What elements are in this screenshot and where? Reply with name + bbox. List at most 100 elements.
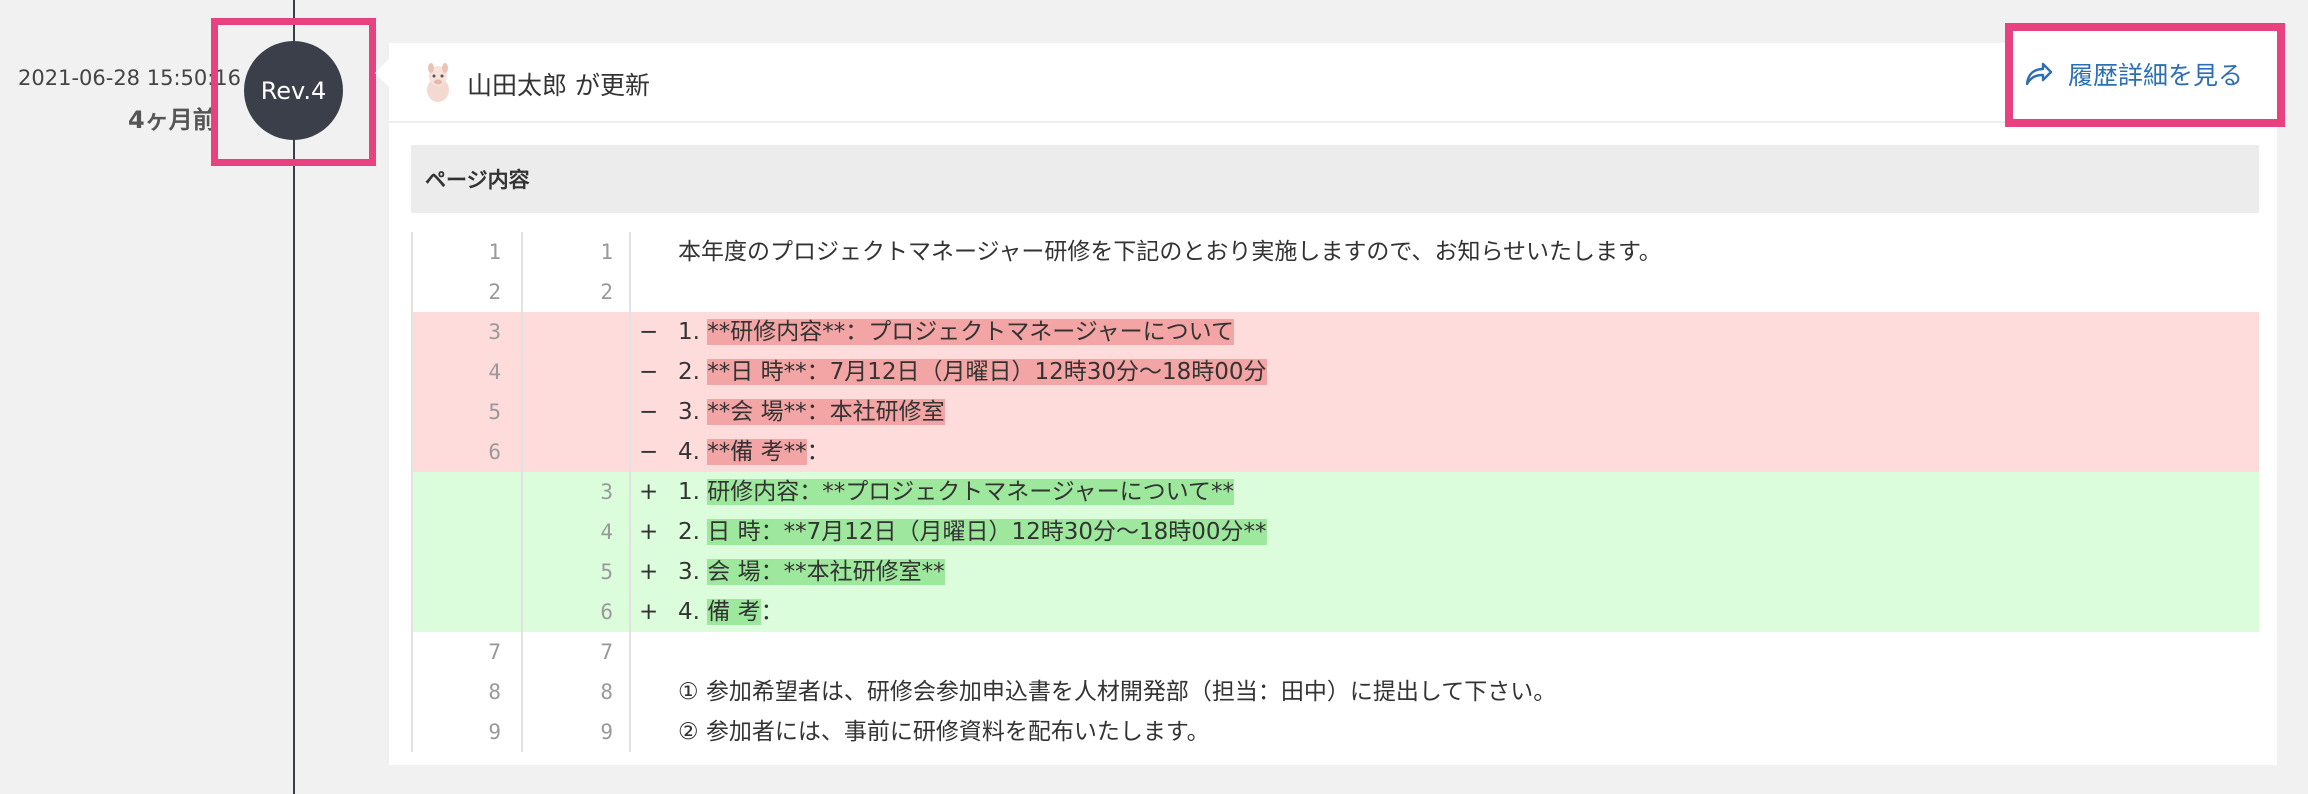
- line-prefix: 2.: [678, 359, 708, 385]
- alpaca-avatar-icon: [427, 63, 449, 102]
- diff-view: 1 1 本年度のプロジェクトマネージャー研修を下記のとおり実施しますので、お知らせい…: [411, 232, 2259, 752]
- gutter-divider: [629, 352, 631, 392]
- revision-relative-time: 4ヶ月前: [128, 106, 217, 134]
- diff-sign: +: [639, 559, 659, 585]
- diff-row-deleted: 5 −3. **会 場**：本社研修室: [411, 392, 2259, 432]
- diff-row-added: 6 +4. 備 考：: [411, 592, 2259, 632]
- new-line-number: 8: [521, 672, 613, 712]
- line-prefix: 3.: [678, 399, 708, 425]
- section-title: ページ内容: [411, 145, 2259, 213]
- diff-line-text: ② 参加者には、事前に研修資料を配布いたします。: [678, 712, 1210, 752]
- diff-row-added: 3 +1. 研修内容：**プロジェクトマネージャーについて**: [411, 472, 2259, 512]
- diff-row-deleted: 6 −4. **備 考**：: [411, 432, 2259, 472]
- changed-segment: 日 時：**7月12日（月曜日）12時30分〜18時00分**: [707, 519, 1267, 545]
- gutter-divider: [629, 312, 631, 352]
- card-pointer: [375, 58, 390, 88]
- changed-segment: **会 場**：本社研修室: [707, 399, 945, 425]
- diff-line-text: 1. 研修内容：**プロジェクトマネージャーについて**: [678, 472, 1234, 512]
- line-prefix: 本年度のプロジェクトマネージャー研修を下記のとおり実施しますので、お知らせいたし…: [678, 239, 1662, 265]
- old-line-number: [411, 592, 501, 632]
- old-line-number: [411, 472, 501, 512]
- changed-segment: 会 場：**本社研修室**: [707, 559, 945, 585]
- diff-row-context: 77: [411, 632, 2259, 672]
- new-line-number: 3: [521, 472, 613, 512]
- old-line-number: 5: [411, 392, 501, 432]
- updater-label: 山田太郎 が更新: [467, 71, 650, 100]
- new-line-number: [521, 432, 613, 472]
- new-line-number: 7: [521, 632, 613, 672]
- diff-row-context: 22: [411, 272, 2259, 312]
- line-prefix: ② 参加者には、事前に研修資料を配布いたします。: [678, 719, 1210, 745]
- gutter-divider: [629, 432, 631, 472]
- diff-line-text: 1. **研修内容**：プロジェクトマネージャーについて: [678, 312, 1234, 352]
- view-history-label: 履歴詳細を見る: [2068, 61, 2244, 90]
- diff-line-text: 本年度のプロジェクトマネージャー研修を下記のとおり実施しますので、お知らせいたし…: [678, 232, 1662, 272]
- diff-row-added: 5 +3. 会 場：**本社研修室**: [411, 552, 2259, 592]
- diff-sign: +: [639, 519, 659, 545]
- diff-sign: −: [639, 439, 659, 465]
- gutter-divider: [629, 592, 631, 632]
- line-prefix: 4.: [678, 439, 708, 465]
- diff-line-text: 3. 会 場：**本社研修室**: [678, 552, 945, 592]
- diff-row-context: 1 1 本年度のプロジェクトマネージャー研修を下記のとおり実施しますので、お知らせい…: [411, 232, 2259, 272]
- line-prefix: 1.: [678, 479, 708, 505]
- share-arrow-icon: [2025, 62, 2053, 86]
- old-line-number: 2: [411, 272, 501, 312]
- gutter-divider: [629, 512, 631, 552]
- diff-line-text: 4. 備 考：: [678, 592, 784, 632]
- old-line-number: 4: [411, 352, 501, 392]
- diff-sign: −: [639, 319, 659, 345]
- diff-line-text: 2. 日 時：**7月12日（月曜日）12時30分〜18時00分**: [678, 512, 1267, 552]
- diff-sign: +: [639, 599, 659, 625]
- view-history-details-button[interactable]: 履歴詳細を見る: [2024, 48, 2243, 100]
- new-line-number: 2: [521, 272, 613, 312]
- gutter-divider: [629, 232, 631, 272]
- diff-line-text: 3. **会 場**：本社研修室: [678, 392, 945, 432]
- changed-segment: 研修内容：**プロジェクトマネージャーについて**: [707, 479, 1234, 505]
- diff-line-text: 4. **備 考**：: [678, 432, 830, 472]
- gutter-divider: [629, 672, 631, 712]
- diff-sign: −: [639, 399, 659, 425]
- diff-row-deleted: 3 −1. **研修内容**：プロジェクトマネージャーについて: [411, 312, 2259, 352]
- new-line-number: 1: [521, 232, 613, 272]
- changed-segment: 備 考: [707, 599, 761, 625]
- old-line-number: [411, 552, 501, 592]
- gutter-divider: [629, 632, 631, 672]
- old-line-number: 7: [411, 632, 501, 672]
- old-line-number: 3: [411, 312, 501, 352]
- changed-segment: **備 考**: [707, 439, 807, 465]
- gutter-divider: [629, 472, 631, 512]
- diff-row-deleted: 4 −2. **日 時**：7月12日（月曜日）12時30分〜18時00分: [411, 352, 2259, 392]
- new-line-number: [521, 392, 613, 432]
- old-line-number: 6: [411, 432, 501, 472]
- new-line-number: 4: [521, 512, 613, 552]
- line-prefix: ① 参加希望者は、研修会参加申込書を人材開発部（担当：田中）に提出して下さい。: [678, 679, 1557, 705]
- changed-segment: **日 時**：7月12日（月曜日）12時30分〜18時00分: [707, 359, 1267, 385]
- revision-timestamp: 2021-06-28 15:50:16: [18, 66, 242, 90]
- gutter-divider: [629, 712, 631, 752]
- gutter-divider: [629, 392, 631, 432]
- new-line-number: [521, 352, 613, 392]
- gutter-divider: [629, 552, 631, 592]
- gutter-divider: [629, 272, 631, 312]
- card-header: 山田太郎 が更新: [389, 43, 2277, 123]
- line-prefix: 1.: [678, 319, 708, 345]
- line-suffix: ：: [760, 599, 784, 625]
- diff-line-text: 2. **日 時**：7月12日（月曜日）12時30分〜18時00分: [678, 352, 1267, 392]
- old-line-number: 9: [411, 712, 501, 752]
- new-line-number: 9: [521, 712, 613, 752]
- old-line-number: 8: [411, 672, 501, 712]
- old-line-number: 1: [411, 232, 501, 272]
- new-line-number: 6: [521, 592, 613, 632]
- diff-sign: +: [639, 479, 659, 505]
- diff-row-context: 88 ① 参加希望者は、研修会参加申込書を人材開発部（担当：田中）に提出して下さい…: [411, 672, 2259, 712]
- revision-badge[interactable]: Rev.4: [244, 41, 343, 140]
- diff-sign: −: [639, 359, 659, 385]
- line-prefix: 2.: [678, 519, 708, 545]
- new-line-number: 5: [521, 552, 613, 592]
- line-prefix: 4.: [678, 599, 708, 625]
- diff-row-context: 99 ② 参加者には、事前に研修資料を配布いたします。: [411, 712, 2259, 752]
- diff-row-added: 4 +2. 日 時：**7月12日（月曜日）12時30分〜18時00分**: [411, 512, 2259, 552]
- line-prefix: 3.: [678, 559, 708, 585]
- new-line-number: [521, 312, 613, 352]
